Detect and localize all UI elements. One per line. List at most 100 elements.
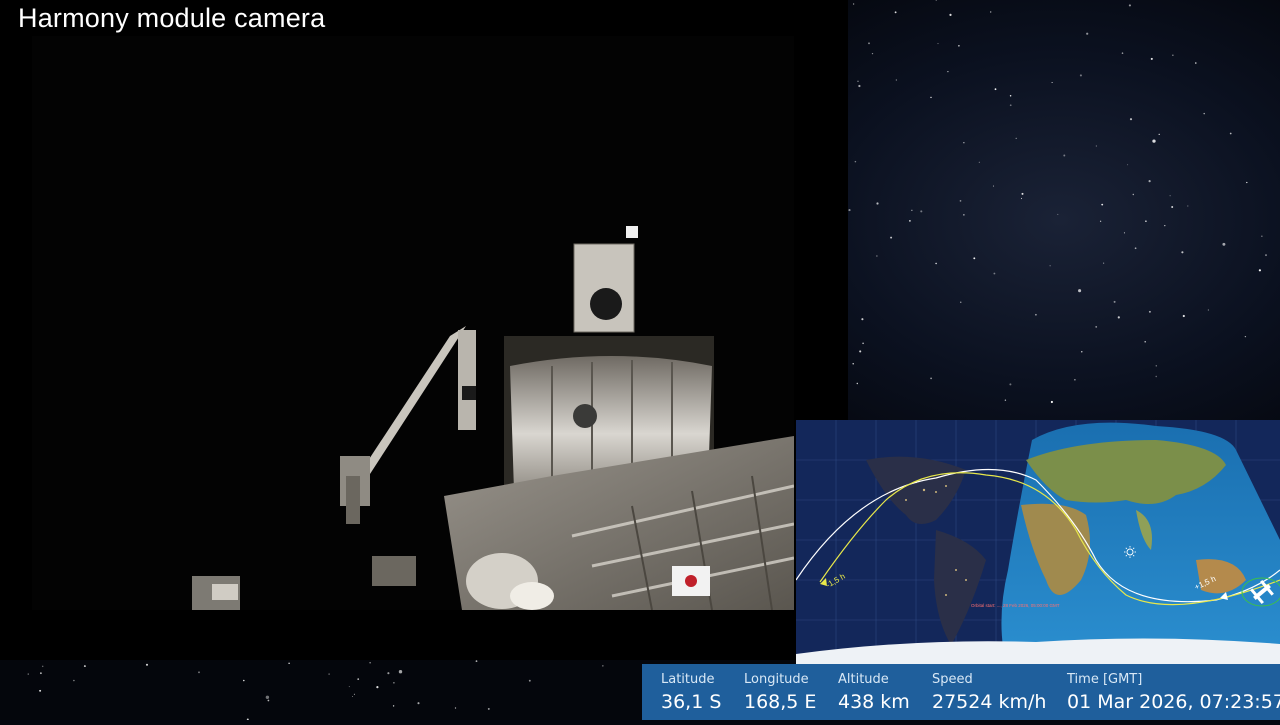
star (1244, 335, 1247, 338)
star (393, 681, 395, 684)
star (958, 44, 960, 47)
star (1187, 205, 1189, 207)
star (1134, 247, 1137, 250)
star (417, 702, 420, 705)
time-label: Time [GMT] (1067, 672, 1143, 687)
star (1164, 224, 1166, 227)
star (854, 160, 857, 163)
star (959, 200, 962, 202)
iss-ground-track-map: -1,5 h +1,5 h Orbital start: ..., 28 Feb… (796, 420, 1280, 664)
star (376, 686, 379, 689)
star (1155, 375, 1157, 378)
star (1258, 269, 1261, 272)
star (937, 43, 939, 45)
star (909, 220, 911, 222)
star (856, 382, 859, 385)
star (894, 11, 897, 14)
star (1182, 314, 1185, 318)
star (1117, 316, 1120, 319)
star (1121, 52, 1124, 54)
latitude-label: Latitude (661, 672, 715, 687)
star (978, 161, 980, 163)
star (848, 209, 851, 212)
star (857, 80, 859, 82)
star (348, 686, 350, 688)
star (861, 318, 864, 321)
star (1145, 220, 1147, 223)
altitude-value: 438 km (838, 691, 910, 713)
star (398, 670, 403, 674)
star (1171, 206, 1174, 208)
star (1099, 220, 1102, 222)
iss-structure-image (32, 36, 794, 610)
star (920, 210, 923, 213)
star (145, 663, 149, 666)
star (1009, 383, 1012, 386)
star (1079, 74, 1082, 77)
star (852, 363, 854, 365)
star (602, 665, 604, 667)
star (1015, 137, 1017, 140)
camera-title: Harmony module camera (18, 3, 326, 33)
star (1155, 365, 1157, 367)
star (890, 236, 893, 239)
star (369, 662, 371, 664)
star (876, 202, 879, 205)
star (1095, 326, 1098, 328)
star (487, 707, 490, 710)
star (1128, 4, 1131, 7)
star (1078, 289, 1082, 293)
star (83, 665, 86, 668)
star (39, 689, 42, 692)
star (1222, 242, 1226, 246)
longitude-label: Longitude (744, 672, 809, 687)
star (243, 679, 245, 682)
star (1132, 193, 1135, 196)
altitude-label: Altitude (838, 672, 889, 687)
star (1152, 139, 1156, 143)
star (1172, 54, 1174, 56)
star (868, 42, 870, 45)
star (1020, 197, 1023, 200)
star (993, 272, 996, 275)
star (935, 0, 937, 2)
star (1074, 378, 1076, 381)
star (1081, 351, 1083, 353)
star (1101, 203, 1104, 206)
star (960, 301, 962, 303)
star (1049, 265, 1051, 267)
star (1148, 310, 1151, 313)
star (328, 673, 330, 675)
star (1207, 309, 1210, 311)
star (858, 84, 861, 88)
star (994, 88, 997, 91)
longitude-value: 168,5 E (744, 691, 817, 713)
orbit-note: Orbital start: ..., 28 Feb 2026, 05:00:0… (971, 603, 1060, 608)
star (1144, 341, 1146, 343)
star (1051, 81, 1053, 84)
star (862, 342, 864, 345)
star (949, 13, 952, 16)
star (1021, 192, 1024, 195)
star (454, 707, 457, 709)
star (963, 142, 965, 144)
star (1095, 145, 1097, 147)
telemetry-bar: Latitude 36,1 S Longitude 168,5 E Altitu… (642, 664, 1280, 720)
star (859, 350, 862, 353)
star (528, 679, 531, 682)
star (1103, 262, 1105, 264)
star (1181, 251, 1184, 254)
star (1158, 133, 1160, 136)
star (947, 70, 949, 73)
star (27, 673, 29, 675)
star (992, 185, 995, 187)
speed-value: 27524 km/h (932, 691, 1047, 713)
star (911, 209, 913, 211)
star (935, 262, 937, 265)
camera-panel: Harmony module camera (0, 0, 848, 660)
camera-feed (32, 36, 794, 610)
star (1195, 62, 1197, 64)
star (990, 11, 992, 13)
star (357, 678, 360, 680)
star (973, 257, 976, 260)
